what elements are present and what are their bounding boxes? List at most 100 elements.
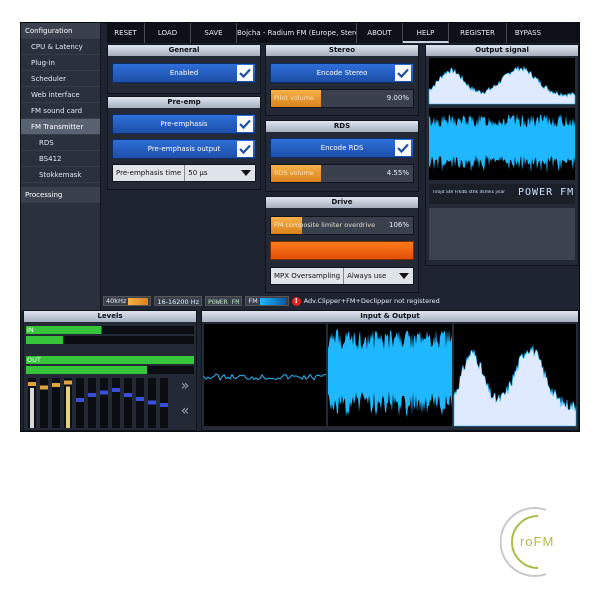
mpx-oversampling-select[interactable]: Always use: [344, 268, 413, 284]
pilot-volume-label: Pilot volume: [274, 94, 315, 102]
fm-text: FM: [248, 297, 258, 305]
overdrive-value: 106%: [388, 221, 409, 229]
output-signal-panel: Output signal Tirojd Ste Frkdb sthk dsmk…: [425, 44, 579, 266]
levels-title: Levels: [24, 311, 196, 322]
sidebar: Configuration CPU & Latency Plug-in Schedul…: [21, 23, 101, 311]
output-signal-display: [428, 58, 576, 260]
register-button[interactable]: REGISTER: [449, 23, 507, 43]
band-meter-track: [88, 378, 96, 428]
output-info-area: [429, 208, 575, 260]
sidebar-item-bs412[interactable]: BS412: [21, 151, 100, 167]
out-label: OUT: [27, 356, 41, 364]
reset-button[interactable]: RESET: [107, 23, 145, 43]
mpx-oversampling-value: Always use: [347, 272, 387, 280]
band-meter-marker: [52, 383, 60, 387]
preemphasis-output-check-icon[interactable]: [237, 141, 253, 157]
stereo-panel: Stereo Encode Stereo Pilot volume 9.00%: [265, 44, 419, 116]
band-meter-track: [76, 378, 84, 428]
pilot-volume-slider[interactable]: Pilot volume 9.00%: [270, 89, 414, 108]
ps-readout: POWER FM: [205, 296, 243, 306]
rds-ps-display: POWER FM: [518, 187, 575, 198]
encode-rds-button[interactable]: Encode RDS: [270, 138, 414, 158]
drive-title: Drive: [266, 197, 418, 208]
band-meter-track: [112, 378, 120, 428]
fm-meter: [259, 297, 286, 305]
preemphasis-button[interactable]: Pre-emphasis: [112, 114, 256, 134]
out-meter-2-bar: [26, 366, 147, 374]
preemphasis-check-icon[interactable]: [237, 116, 253, 132]
encode-rds-check-icon[interactable]: [395, 140, 411, 156]
preemphasis-output-button[interactable]: Pre-emphasis output: [112, 139, 256, 159]
sidebar-item-cpu-latency[interactable]: CPU & Latency: [21, 39, 100, 55]
expand-right-icon[interactable]: »: [176, 378, 194, 394]
general-title: General: [108, 45, 260, 56]
band-meter-marker: [40, 385, 48, 390]
collapse-left-icon[interactable]: «: [176, 403, 194, 419]
in-meter-2-bar: [26, 336, 63, 344]
enabled-check-icon[interactable]: [237, 65, 253, 81]
chevron-down-icon: [399, 273, 409, 279]
mpx-oversampling-label: MPX Oversampling: [271, 268, 345, 284]
sidebar-item-fm-transmitter[interactable]: FM Transmitter: [21, 119, 100, 135]
help-button[interactable]: HELP: [403, 23, 449, 43]
preset-name-field[interactable]: Bojcha - Radium FM (Europe, Stereo: [237, 23, 357, 43]
mpx-oversampling-row: MPX Oversampling Always use: [270, 267, 414, 285]
in-meter-1-bar: [26, 326, 102, 334]
preemp-panel: Pre-emp Pre-emphasis Pre-emphasis output…: [107, 96, 261, 190]
drive-fill: [271, 242, 413, 259]
band-meter-marker: [148, 400, 156, 405]
preemphasis-time-label: Pre-emphasis time: [113, 165, 186, 181]
bypass-button[interactable]: BYPASS: [507, 23, 549, 43]
sidebar-item-scheduler[interactable]: Scheduler: [21, 71, 100, 87]
sidebar-item-plug-in[interactable]: Plug-in: [21, 55, 100, 71]
band-meter-marker: [112, 388, 120, 392]
stereo-title: Stereo: [266, 45, 418, 56]
band-meters: [28, 378, 168, 428]
toolbar: RESET LOAD SAVE Bojcha - Radium FM (Euro…: [107, 23, 579, 43]
band-meter-marker: [64, 380, 72, 385]
band-meter-marker: [124, 393, 132, 397]
encode-stereo-check-icon[interactable]: [395, 65, 411, 81]
khz-meter: [128, 297, 149, 305]
levels-meters: [26, 326, 194, 428]
band-meter-marker: [160, 403, 168, 407]
rds-radiotext: Tirojd Ste Frkdb sthk dsmks jisar: [432, 190, 505, 195]
band-meter-marker: [88, 393, 96, 397]
logo-text: roFM: [520, 534, 555, 549]
sidebar-item-configuration[interactable]: Configuration: [21, 23, 100, 39]
band-meter-marker: [76, 398, 84, 402]
preemphasis-time-row: Pre-emphasis time 50 µs: [112, 164, 256, 182]
band-meter-marker: [28, 382, 36, 386]
app-window: Configuration CPU & Latency Plug-in Schedul…: [20, 22, 580, 432]
warning-icon: !: [291, 296, 301, 306]
rds-volume-slider[interactable]: RDS volume 4.55%: [270, 164, 414, 183]
encode-stereo-button[interactable]: Encode Stereo: [270, 63, 414, 83]
band-meter-fill: [30, 388, 34, 428]
band-meter-fill: [66, 386, 70, 428]
overdrive-slider[interactable]: FM composite limiter overdrive 106%: [270, 216, 414, 235]
chevron-down-icon: [241, 170, 251, 176]
enabled-button[interactable]: Enabled: [112, 63, 256, 83]
drive-slider[interactable]: [270, 241, 414, 260]
rds-volume-value: 4.55%: [386, 169, 409, 177]
output-signal-title: Output signal: [426, 45, 578, 56]
rds-volume-label: RDS volume: [274, 169, 314, 177]
sidebar-item-fm-sound-card[interactable]: FM sound card: [21, 103, 100, 119]
save-button[interactable]: SAVE: [191, 23, 237, 43]
status-bar: 40kHz 16-16200 Hz POWER FM FM ! Adv.Clip…: [103, 295, 579, 307]
hz-range-readout: 16-16200 Hz: [154, 296, 203, 306]
khz-readout: 40kHz: [103, 296, 152, 306]
sidebar-item-rds[interactable]: RDS: [21, 135, 100, 151]
preemphasis-time-select[interactable]: 50 µs: [185, 165, 255, 181]
sidebar-item-stokkemask[interactable]: Stokkemask: [21, 167, 100, 183]
input-output-title: Input & Output: [202, 311, 578, 322]
sidebar-item-processing[interactable]: Processing: [21, 187, 100, 203]
rds-title: RDS: [266, 121, 418, 132]
about-button[interactable]: ABOUT: [357, 23, 403, 43]
sidebar-item-web-interface[interactable]: Web interface: [21, 87, 100, 103]
profm-logo: roFM: [500, 504, 586, 580]
input-scope-background: [204, 324, 326, 426]
registration-message: Adv.Clipper+FM+Declipper not registered: [303, 297, 440, 305]
band-meter-track: [124, 378, 132, 428]
load-button[interactable]: LOAD: [145, 23, 191, 43]
